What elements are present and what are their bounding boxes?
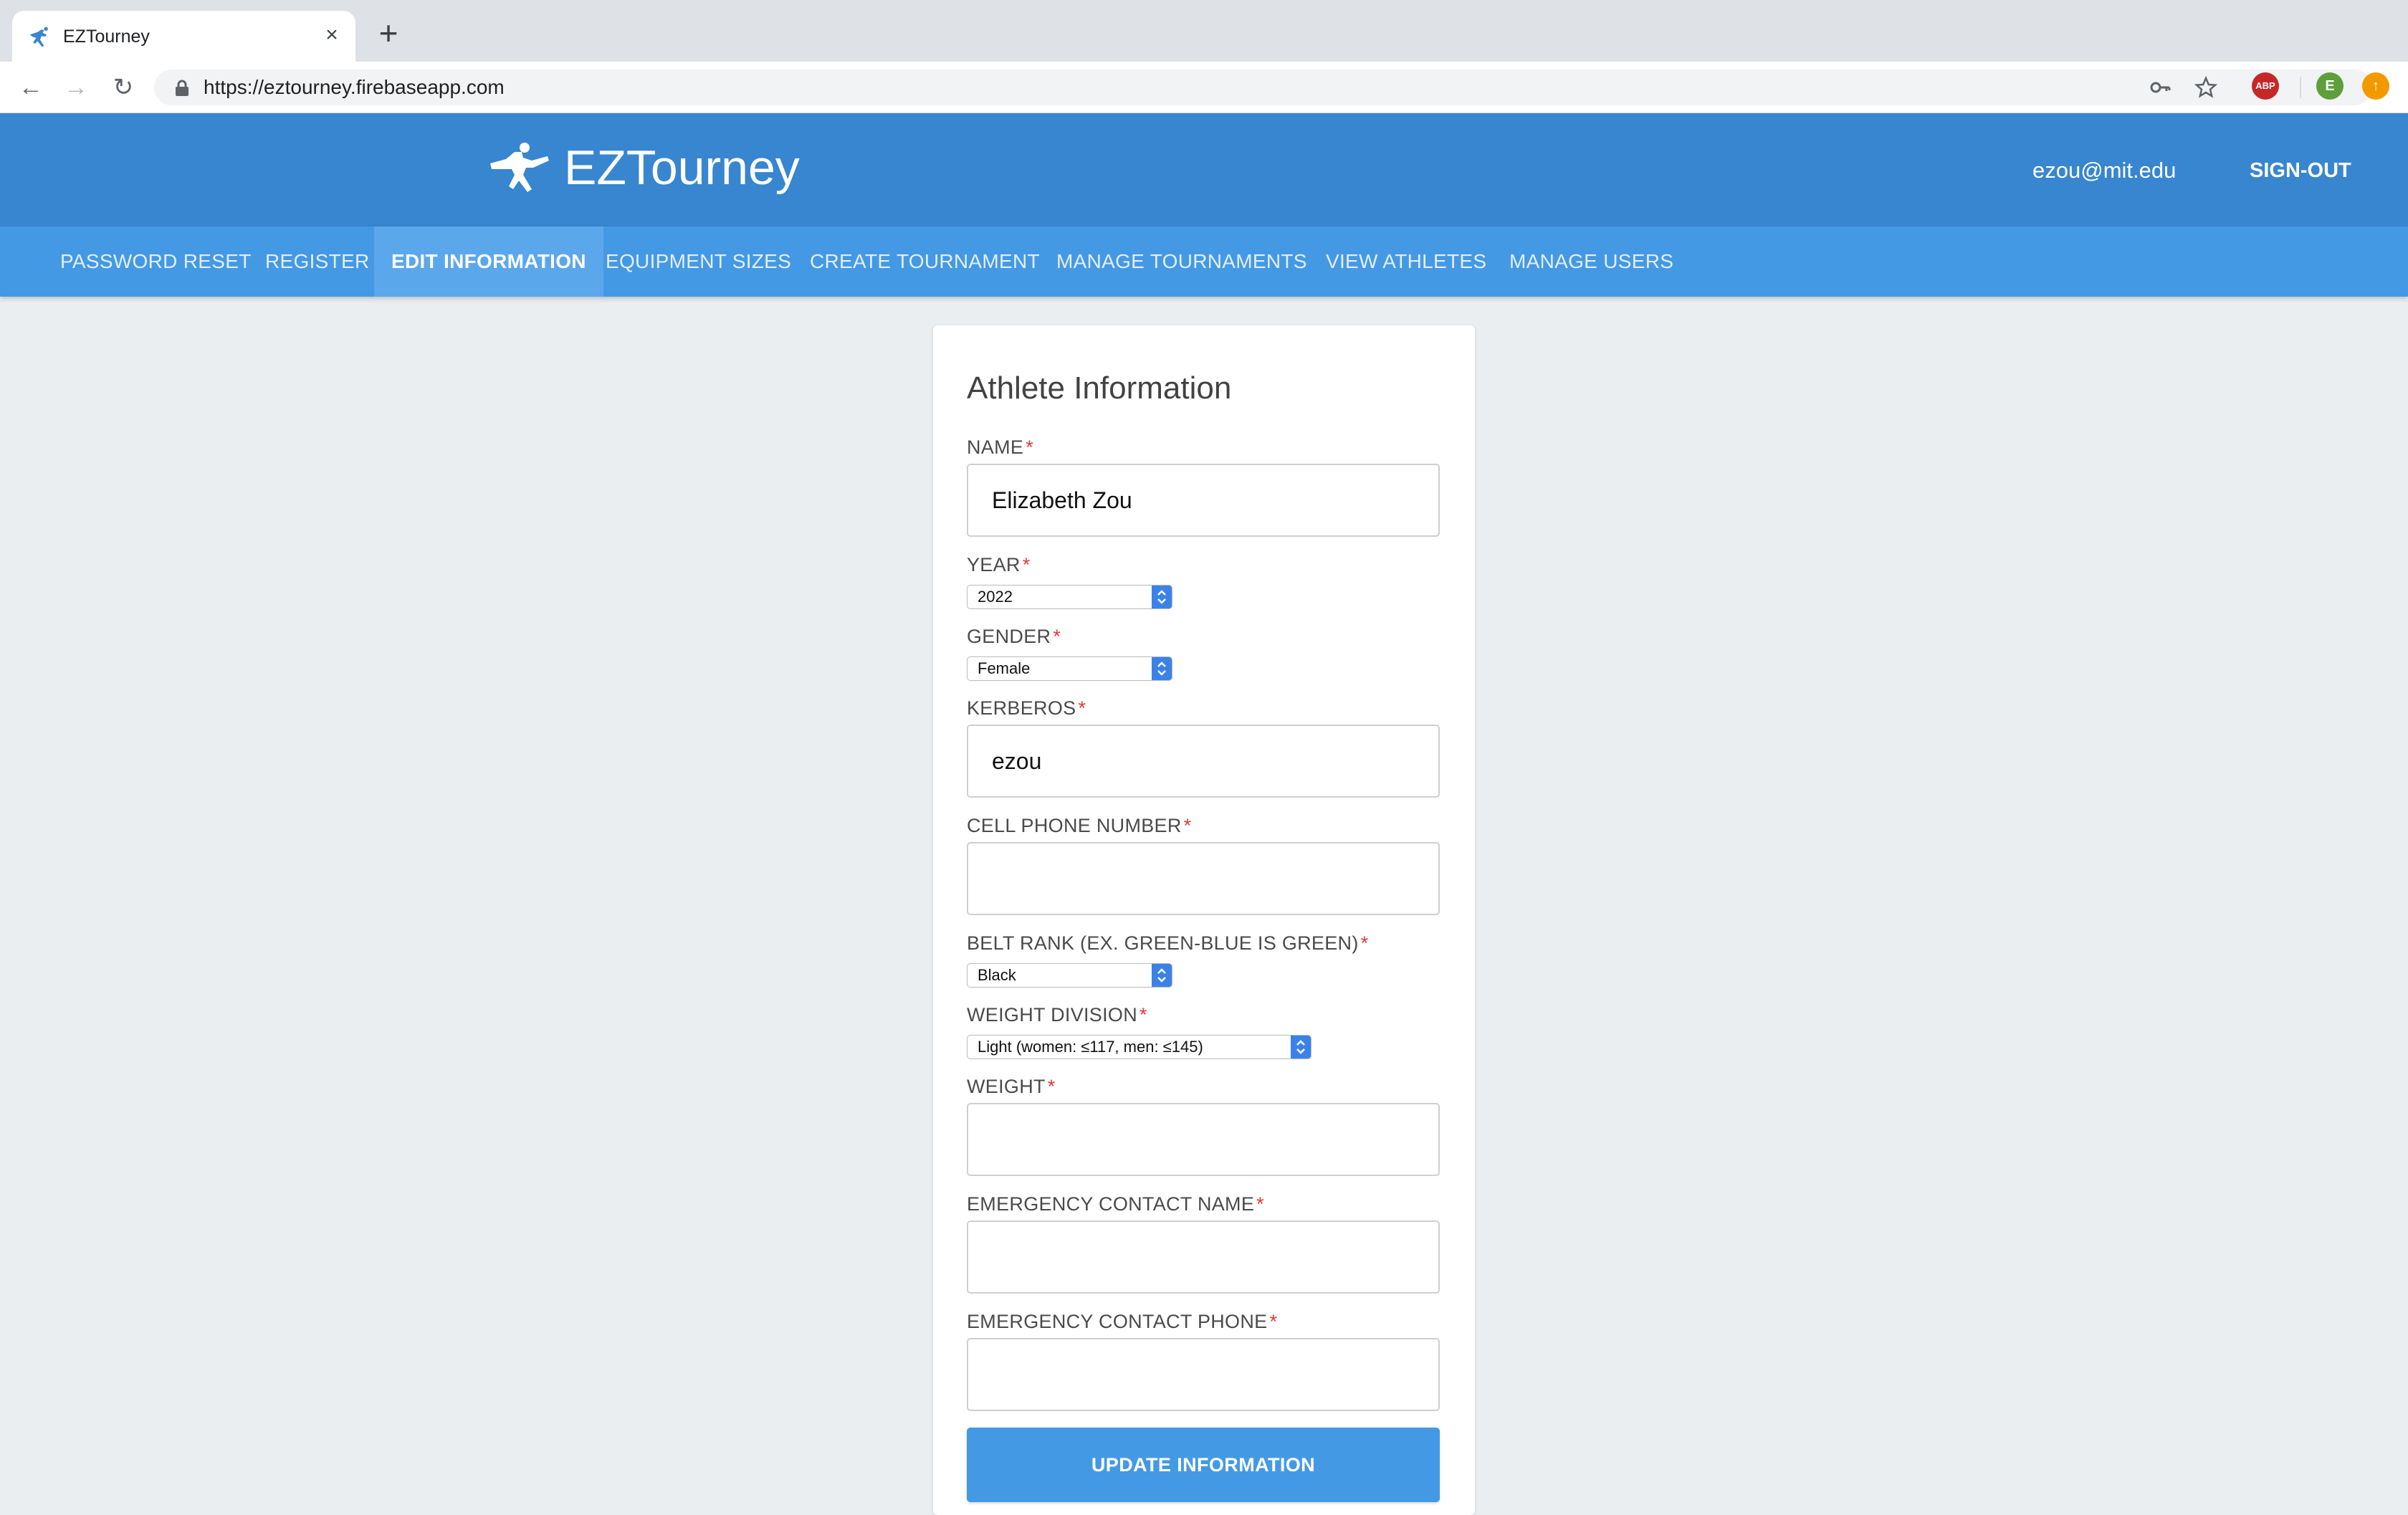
nav-item-register[interactable]: REGISTER	[265, 226, 370, 297]
required-mark: *	[1256, 1193, 1264, 1215]
gender-select[interactable]: Female	[967, 656, 1172, 681]
nav-item-password-reset[interactable]: PASSWORD RESET	[60, 226, 252, 297]
kerberos-label: KERBEROS *	[967, 697, 1086, 719]
gender-select-value: Female	[978, 659, 1031, 677]
nav-item-equipment-sizes[interactable]: EQUIPMENT SIZES	[606, 226, 791, 297]
nav-item-view-athletes[interactable]: VIEW ATHLETES	[1326, 226, 1486, 297]
kick-logo-icon	[490, 143, 549, 192]
required-mark: *	[1022, 554, 1031, 575]
weight-division-select-value: Light (women: ≤117, men: ≤145)	[978, 1038, 1203, 1056]
select-arrows-icon	[1152, 964, 1172, 987]
weight-division-select[interactable]: Light (women: ≤117, men: ≤145)	[967, 1035, 1312, 1059]
lock-icon	[176, 80, 188, 96]
kerberos-input[interactable]	[967, 725, 1440, 798]
star-bookmark-icon[interactable]	[2194, 76, 2217, 99]
belt-rank-label: BELT RANK (EX. GREEN-BLUE IS GREEN) *	[967, 932, 1369, 954]
user-email: ezou@mit.edu	[2032, 158, 2177, 183]
name-label: NAME *	[967, 436, 1034, 458]
app-title[interactable]: EZTourney	[564, 139, 800, 196]
required-mark: *	[1140, 1004, 1147, 1026]
main-nav: PASSWORD RESET REGISTER EDIT INFORMATION…	[0, 226, 2408, 297]
emergency-contact-name-input[interactable]	[967, 1220, 1440, 1294]
address-bar[interactable]: https://eztourney.firebaseapp.com	[154, 70, 2372, 105]
emergency-contact-name-label: EMERGENCY CONTACT NAME *	[967, 1193, 1264, 1215]
select-arrows-icon	[1291, 1036, 1311, 1058]
nav-item-manage-tournaments[interactable]: MANAGE TOURNAMENTS	[1056, 226, 1307, 297]
weight-input[interactable]	[967, 1103, 1440, 1176]
required-mark: *	[1183, 815, 1192, 836]
cell-phone-label: CELL PHONE NUMBER *	[967, 815, 1192, 836]
gender-label: GENDER *	[967, 626, 1061, 647]
weight-label: WEIGHT *	[967, 1076, 1056, 1097]
required-mark: *	[1078, 697, 1086, 719]
required-mark: *	[1047, 1076, 1056, 1097]
name-input[interactable]	[967, 464, 1440, 537]
year-select-value: 2022	[978, 588, 1013, 606]
cell-phone-input[interactable]	[967, 842, 1440, 915]
browser-toolbar: ← → ↻ https://eztourney.firebaseapp.com …	[0, 62, 2408, 113]
key-icon[interactable]	[2149, 76, 2172, 99]
toolbar-divider	[2300, 77, 2301, 98]
required-mark: *	[1053, 626, 1061, 647]
select-arrows-icon	[1152, 657, 1172, 680]
belt-rank-select-value: Black	[978, 966, 1016, 984]
belt-rank-select[interactable]: Black	[967, 963, 1172, 988]
kick-logo-icon	[29, 27, 48, 47]
app-header: EZTourney ezou@mit.edu SIGN-OUT	[0, 113, 2408, 226]
url-text: https://eztourney.firebaseapp.com	[204, 76, 505, 98]
forward-arrow-icon[interactable]: →	[60, 72, 92, 103]
weight-division-label: WEIGHT DIVISION *	[967, 1004, 1147, 1026]
sign-out-button[interactable]: SIGN-OUT	[2250, 156, 2351, 185]
back-arrow-icon[interactable]: ←	[15, 72, 47, 103]
required-mark: *	[1360, 932, 1369, 954]
athlete-info-card: Athlete Information NAME* YEAR* 2022 GEN…	[933, 325, 1475, 1515]
emergency-contact-phone-input[interactable]	[967, 1338, 1440, 1411]
required-mark: *	[1269, 1311, 1278, 1332]
browser-tabstrip: EZTourney × +	[0, 0, 2408, 62]
new-tab-button[interactable]: +	[374, 16, 403, 49]
adblock-extension-icon[interactable]: ABP	[2252, 72, 2279, 100]
tab-title: EZTourney	[63, 27, 150, 47]
year-label: YEAR *	[967, 554, 1031, 575]
select-arrows-icon	[1152, 586, 1172, 608]
update-information-button[interactable]: UPDATE INFORMATION	[967, 1428, 1440, 1502]
reload-icon[interactable]: ↻	[108, 72, 139, 103]
nav-item-edit-information[interactable]: EDIT INFORMATION	[374, 226, 603, 297]
close-tab-icon[interactable]: ×	[319, 22, 345, 48]
nav-item-manage-users[interactable]: MANAGE USERS	[1509, 226, 1673, 297]
profile-avatar-icon[interactable]: E	[2316, 72, 2344, 100]
browser-tab[interactable]: EZTourney ×	[12, 11, 355, 62]
year-select[interactable]: 2022	[967, 585, 1172, 609]
update-arrow-icon[interactable]: ↑	[2362, 72, 2389, 100]
form-title: Athlete Information	[967, 371, 1232, 406]
required-mark: *	[1026, 436, 1034, 458]
emergency-contact-phone-label: EMERGENCY CONTACT PHONE *	[967, 1311, 1278, 1332]
nav-item-create-tournament[interactable]: CREATE TOURNAMENT	[810, 226, 1040, 297]
